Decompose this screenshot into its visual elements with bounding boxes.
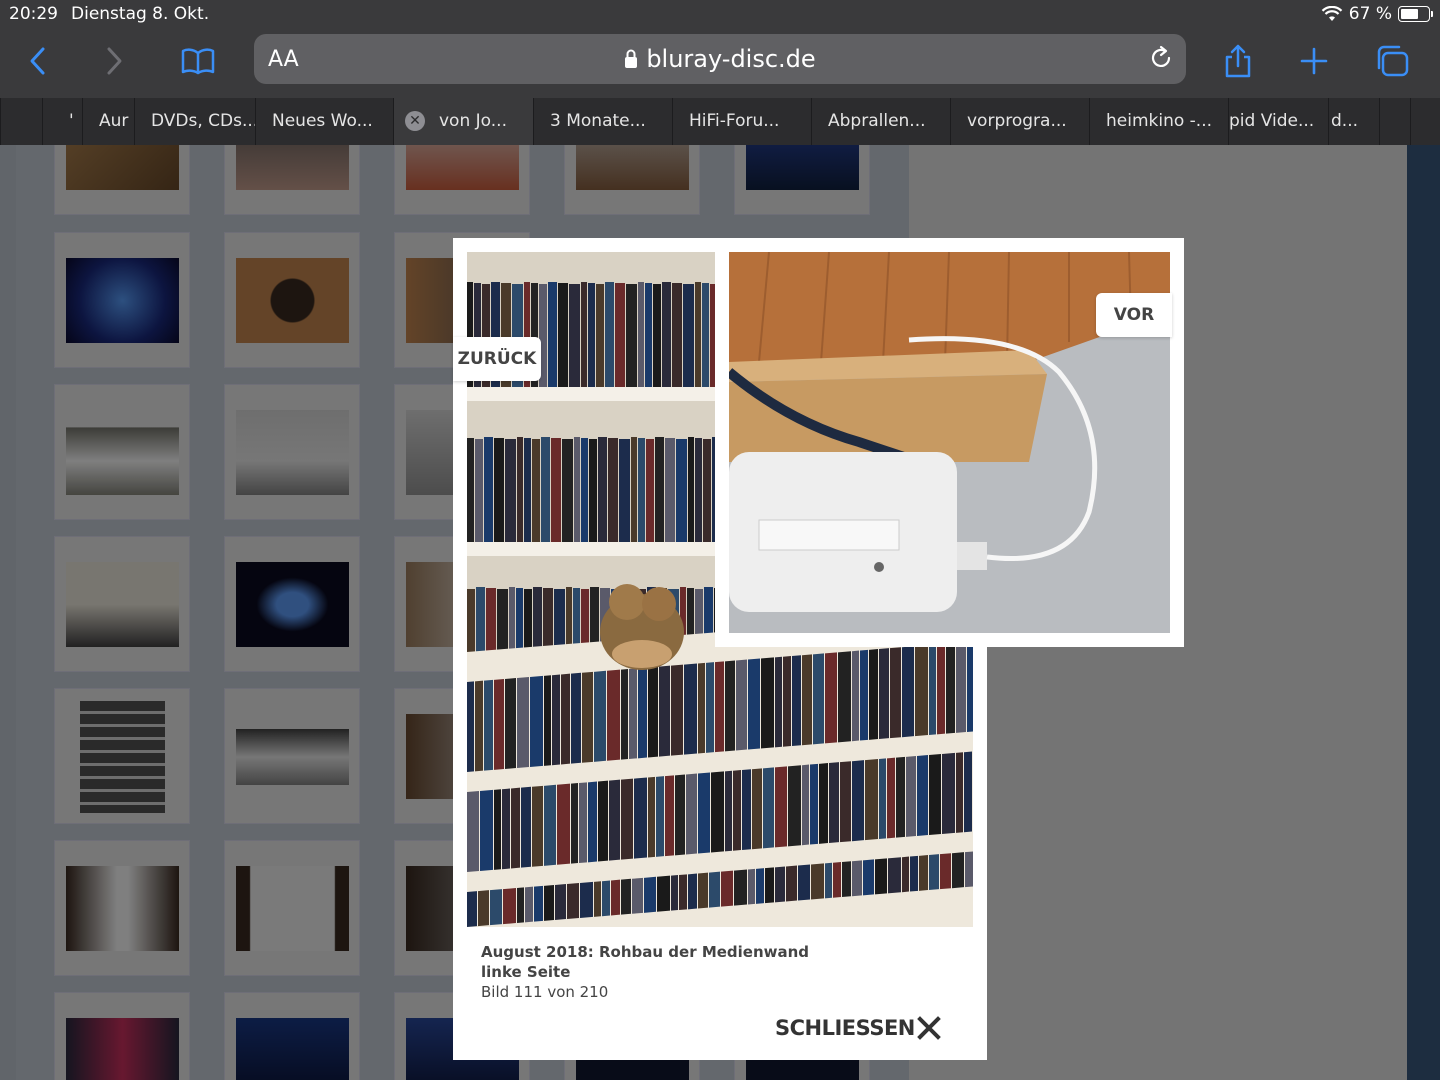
- new-tab-button[interactable]: [1294, 41, 1334, 81]
- address-bar[interactable]: AA bluray-disc.de: [254, 34, 1186, 84]
- tab-pid-video[interactable]: pid Vide...: [1228, 98, 1328, 145]
- tab-bar: ' Aur DVDs, CDs... Neues Wo... ✕ von Jo..…: [0, 98, 1440, 145]
- bookmarks-icon: [181, 48, 215, 75]
- close-tab-icon[interactable]: ✕: [405, 111, 425, 131]
- tab-partial-right[interactable]: [1379, 98, 1410, 145]
- tabs-icon: [1377, 45, 1409, 77]
- tab-label: von Jo...: [439, 111, 507, 131]
- browser-toolbar: AA bluray-disc.de: [0, 28, 1440, 98]
- tab-hifi-forum[interactable]: HiFi-Foru...: [672, 98, 811, 145]
- image-counter: Bild 111 von 210: [481, 983, 609, 1001]
- tab-partial-right[interactable]: d...: [1328, 98, 1379, 145]
- tab-partial-left[interactable]: [0, 98, 42, 145]
- tab-label: Neues Wo...: [272, 111, 373, 131]
- image-caption: August 2018: Rohbau der Medienwand linke…: [481, 942, 809, 1002]
- date: Dienstag 8. Okt.: [71, 4, 210, 24]
- tab-partial-right[interactable]: [1410, 98, 1440, 145]
- caption-title-line1: August 2018: Rohbau der Medienwand: [481, 943, 810, 961]
- clock: 20:29: [9, 4, 58, 24]
- forward-button[interactable]: [94, 41, 134, 81]
- status-bar: 20:29 Dienstag 8. Okt. 67 %: [0, 0, 1440, 28]
- tab-aur[interactable]: Aur: [82, 98, 134, 145]
- battery-icon: [1398, 6, 1433, 22]
- next-image-button[interactable]: VOR: [1096, 293, 1172, 337]
- lock-icon: [625, 49, 638, 68]
- tab-abprallen[interactable]: Abprallen...: [811, 98, 950, 145]
- back-button[interactable]: [18, 41, 58, 81]
- share-button[interactable]: [1218, 41, 1258, 81]
- tab-heimkino[interactable]: heimkino -...: [1089, 98, 1228, 145]
- tab-neues-wo[interactable]: Neues Wo...: [255, 98, 393, 145]
- bookmarks-button[interactable]: [178, 41, 218, 81]
- tab-label: vorprogra...: [967, 111, 1067, 131]
- forward-icon: [107, 47, 122, 75]
- tab-vorprogra[interactable]: vorprogra...: [950, 98, 1089, 145]
- close-icon: [917, 1016, 941, 1040]
- tab-label: HiFi-Foru...: [689, 111, 780, 131]
- tab-label: DVDs, CDs...: [151, 111, 255, 131]
- tab-label: pid Vide...: [1229, 111, 1315, 131]
- url-host: bluray-disc.de: [646, 45, 816, 73]
- url-display[interactable]: bluray-disc.de: [254, 45, 1186, 73]
- tabs-button[interactable]: [1372, 41, 1412, 81]
- tab-label: 3 Monate...: [550, 111, 646, 131]
- close-label: SCHLIESSEN: [775, 1016, 915, 1040]
- tab-partial-left[interactable]: ': [42, 98, 82, 145]
- tab-von-jo-active[interactable]: ✕ von Jo...: [393, 98, 533, 145]
- tab-label: heimkino -...: [1106, 111, 1213, 131]
- reload-icon: [1151, 45, 1171, 67]
- close-lightbox-button[interactable]: SCHLIESSEN: [775, 1016, 941, 1040]
- tab-label: Abprallen...: [828, 111, 926, 131]
- tab-3-monate[interactable]: 3 Monate...: [533, 98, 672, 145]
- new-tab-icon: [1300, 47, 1328, 75]
- wifi-icon: [1321, 6, 1343, 21]
- battery-percent: 67 %: [1348, 4, 1392, 24]
- reload-button[interactable]: [1148, 45, 1174, 76]
- previous-image-button[interactable]: ZURÜCK: [453, 337, 541, 381]
- caption-title-line2: linke Seite: [481, 963, 571, 981]
- previous-label: ZURÜCK: [457, 349, 537, 369]
- tab-label: d...: [1331, 111, 1359, 131]
- share-icon: [1225, 44, 1251, 78]
- tab-dvds-cds[interactable]: DVDs, CDs...: [134, 98, 255, 145]
- tab-label: Aur: [99, 111, 129, 131]
- status-right: 67 %: [1321, 4, 1433, 24]
- next-label: VOR: [1113, 305, 1155, 325]
- back-icon: [30, 47, 45, 75]
